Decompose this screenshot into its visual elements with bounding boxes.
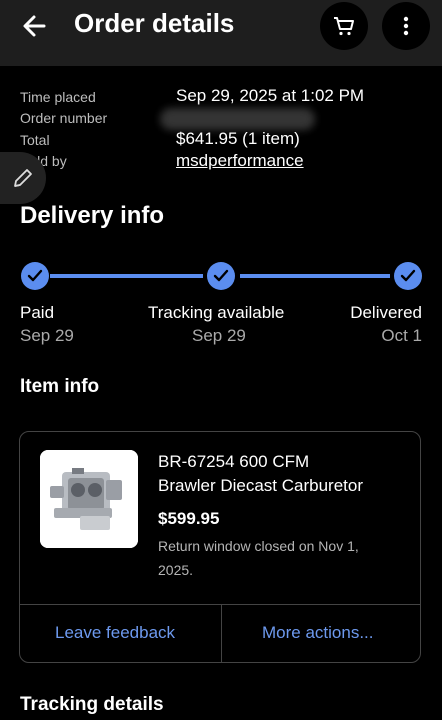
more-options-button[interactable] <box>382 2 430 50</box>
item-thumbnail[interactable] <box>40 450 138 548</box>
top-app-bar: Order details <box>0 0 442 66</box>
step-delivered-check-icon <box>394 262 422 290</box>
more-actions-button[interactable]: More actions... <box>262 623 374 643</box>
carburetor-image <box>40 450 138 548</box>
step-paid-date: Sep 29 <box>20 326 74 345</box>
progress-segment-1 <box>50 274 203 278</box>
time-placed-label: Time placed <box>20 89 96 105</box>
divider <box>221 604 222 662</box>
item-title-line-2[interactable]: Brawler Diecast Carburetor <box>158 476 363 496</box>
seller-link[interactable]: msdperformance <box>176 151 304 171</box>
back-arrow-icon[interactable] <box>18 12 54 40</box>
step-tracking-check-icon <box>207 262 235 290</box>
leave-feedback-button[interactable]: Leave feedback <box>55 623 175 643</box>
step-delivered-date: Oct 1 <box>381 326 422 345</box>
step-paid-label: Paid <box>20 303 55 322</box>
total-label: Total <box>20 132 50 148</box>
cart-icon <box>334 17 354 36</box>
order-number-label: Order number <box>20 110 108 126</box>
item-card: BR-67254 600 CFM Brawler Diecast Carbure… <box>19 431 421 663</box>
tracking-details-heading: Tracking details <box>20 694 164 715</box>
step-tracking-date: Sep 29 <box>192 326 246 345</box>
step-delivered-label: Delivered <box>350 303 422 322</box>
cart-button[interactable] <box>320 2 368 50</box>
time-placed-value: Sep 29, 2025 at 1:02 PM <box>176 86 365 105</box>
total-value: $641.95 (1 item) <box>176 129 300 148</box>
item-info-heading: Item info <box>20 376 100 397</box>
item-title-line-1[interactable]: BR-67254 600 CFM <box>158 452 309 472</box>
progress-segment-2 <box>240 274 390 278</box>
delivery-info-heading: Delivery info <box>20 202 165 229</box>
return-window-line-1: Return window closed on Nov 1, <box>158 538 359 554</box>
divider <box>20 604 420 605</box>
order-number-redacted <box>160 108 315 130</box>
item-price: $599.95 <box>158 509 220 528</box>
page-title: Order details <box>74 8 235 38</box>
return-window-line-2: 2025. <box>158 562 194 578</box>
pencil-icon <box>14 169 32 187</box>
step-paid-check-icon <box>21 262 49 290</box>
vertical-dots-icon <box>403 16 409 36</box>
step-tracking-label: Tracking available <box>148 303 285 322</box>
edit-floating-button[interactable] <box>0 152 46 204</box>
